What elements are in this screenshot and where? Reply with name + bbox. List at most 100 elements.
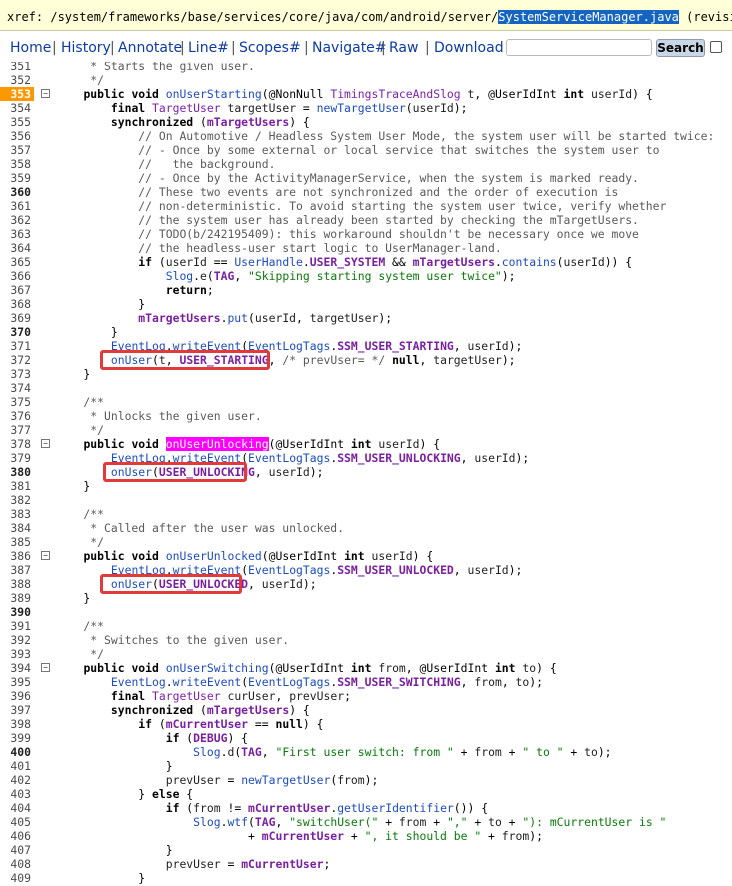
code-line: 369 mTargetUsers.put(userId, targetUser)… xyxy=(0,311,732,325)
line-number[interactable]: 408 xyxy=(0,857,34,871)
line-number[interactable]: 404 xyxy=(0,801,34,815)
nav-line-numbers-link[interactable]: Line# xyxy=(188,39,229,57)
code-text: public void onUserSwitching(@UserIdInt i… xyxy=(83,661,557,675)
line-number[interactable]: 364 xyxy=(0,241,34,255)
line-number[interactable]: 355 xyxy=(0,115,34,129)
line-number[interactable]: 409 xyxy=(0,871,34,885)
line-number[interactable]: 393 xyxy=(0,647,34,661)
line-number[interactable]: 384 xyxy=(0,521,34,535)
code-line: 383 /** xyxy=(0,507,732,521)
line-number[interactable]: 405 xyxy=(0,815,34,829)
line-number[interactable]: 380 xyxy=(0,465,34,479)
nav-separator: | xyxy=(304,40,309,56)
line-number[interactable]: 385 xyxy=(0,535,34,549)
code-text: // the system user has already been star… xyxy=(56,213,639,227)
line-number[interactable]: 365 xyxy=(0,255,34,269)
code-text: final TargetUser targetUser = newTargetU… xyxy=(110,101,468,115)
line-number[interactable]: 357 xyxy=(0,143,34,157)
line-number[interactable]: 359 xyxy=(0,171,34,185)
line-number[interactable]: 400 xyxy=(0,745,34,759)
line-number[interactable]: 403 xyxy=(0,787,34,801)
line-number[interactable]: 371 xyxy=(0,339,34,353)
line-number[interactable]: 407 xyxy=(0,843,34,857)
code-text: // On Automotive / Headless System User … xyxy=(56,129,715,143)
code-line: 375 /** xyxy=(0,395,732,409)
code-text: mTargetUsers.put(userId, targetUser); xyxy=(138,311,393,325)
code-text: /** xyxy=(56,507,105,521)
code-text: if (userId == UserHandle.USER_SYSTEM && … xyxy=(138,255,633,269)
code-text: Slog.e(TAG, "Skipping starting system us… xyxy=(165,269,516,283)
nav-download-link[interactable]: Download xyxy=(434,39,504,57)
line-number[interactable]: 363 xyxy=(0,227,34,241)
code-line: 403 } else { xyxy=(0,787,732,801)
line-number[interactable]: 352 xyxy=(0,73,34,87)
code-line: 386− public void onUserUnlocked(@UserIdI… xyxy=(0,549,732,563)
line-number[interactable]: 373 xyxy=(0,367,34,381)
code-line: 390 xyxy=(0,605,732,619)
line-number[interactable]: 387 xyxy=(0,563,34,577)
nav-annotate-link[interactable]: Annotate xyxy=(118,39,182,57)
line-number[interactable]: 369 xyxy=(0,311,34,325)
line-number[interactable]: 397 xyxy=(0,703,34,717)
line-number[interactable]: 367 xyxy=(0,283,34,297)
line-number[interactable]: 374 xyxy=(0,381,34,395)
nav-raw-link[interactable]: Raw xyxy=(389,39,418,57)
nav-separator: | xyxy=(180,40,185,56)
line-number[interactable]: 351 xyxy=(0,62,34,73)
search-button[interactable]: Search xyxy=(656,39,705,57)
line-number[interactable]: 391 xyxy=(0,619,34,633)
line-number[interactable]: 381 xyxy=(0,479,34,493)
fold-toggle-icon[interactable]: − xyxy=(41,663,50,672)
code-line: 359 // - Once by the ActivityManagerServ… xyxy=(0,171,732,185)
line-number[interactable]: 399 xyxy=(0,731,34,745)
line-number[interactable]: 395 xyxy=(0,675,34,689)
fold-toggle-icon[interactable]: − xyxy=(41,551,50,560)
code-line: 378− public void onUserUnlocking(@UserId… xyxy=(0,437,732,451)
nav-navigate-link[interactable]: Navigate# xyxy=(312,39,387,57)
line-number[interactable]: 358 xyxy=(0,157,34,171)
fold-toggle-icon[interactable]: − xyxy=(41,439,50,448)
xref-path: xref: /system/frameworks/base/services/c… xyxy=(7,10,732,25)
line-number[interactable]: 354 xyxy=(0,101,34,115)
line-number[interactable]: 379 xyxy=(0,451,34,465)
line-number[interactable]: 394 xyxy=(0,661,34,675)
nav-scopes-link[interactable]: Scopes# xyxy=(239,39,301,57)
line-number[interactable]: 356 xyxy=(0,129,34,143)
xref-path-prefix: xref: /system/frameworks/base/services/c… xyxy=(7,10,499,24)
line-number[interactable]: 376 xyxy=(0,409,34,423)
line-number[interactable]: 401 xyxy=(0,759,34,773)
line-number[interactable]: 360 xyxy=(0,185,34,199)
line-number[interactable]: 392 xyxy=(0,633,34,647)
xref-file-name[interactable]: SystemServiceManager.java xyxy=(498,10,679,24)
line-number[interactable]: 378 xyxy=(0,437,34,451)
line-number[interactable]: 388 xyxy=(0,577,34,591)
line-number[interactable]: 402 xyxy=(0,773,34,787)
search-input[interactable] xyxy=(506,39,652,56)
code-text: public void onUserUnlocked(@UserIdInt in… xyxy=(83,549,434,563)
line-number[interactable]: 375 xyxy=(0,395,34,409)
line-number[interactable]: 383 xyxy=(0,507,34,521)
line-number[interactable]: 398 xyxy=(0,717,34,731)
nav-history-link[interactable]: History xyxy=(61,39,111,57)
line-number[interactable]: 389 xyxy=(0,591,34,605)
line-number[interactable]: 382 xyxy=(0,493,34,507)
line-number[interactable]: 377 xyxy=(0,423,34,437)
code-line: 362 // the system user has already been … xyxy=(0,213,732,227)
line-number[interactable]: 406 xyxy=(0,829,34,843)
search-scope-checkbox[interactable] xyxy=(710,41,722,53)
line-number[interactable]: 361 xyxy=(0,199,34,213)
line-number[interactable]: 386 xyxy=(0,549,34,563)
fold-toggle-icon[interactable]: − xyxy=(41,89,50,98)
line-number[interactable]: 390 xyxy=(0,605,34,619)
line-number[interactable]: 370 xyxy=(0,325,34,339)
line-number[interactable]: 372 xyxy=(0,353,34,367)
code-line: 399 if (DEBUG) { xyxy=(0,731,732,745)
code-text: public void onUserStarting(@NonNull Timi… xyxy=(83,87,653,101)
line-number[interactable]: 362 xyxy=(0,213,34,227)
code-line: 356 // On Automotive / Headless System U… xyxy=(0,129,732,143)
line-number[interactable]: 366 xyxy=(0,269,34,283)
line-number[interactable]: 396 xyxy=(0,689,34,703)
line-number[interactable]: 353 xyxy=(0,87,34,101)
line-number[interactable]: 368 xyxy=(0,297,34,311)
nav-home-link[interactable]: Home xyxy=(10,39,51,57)
